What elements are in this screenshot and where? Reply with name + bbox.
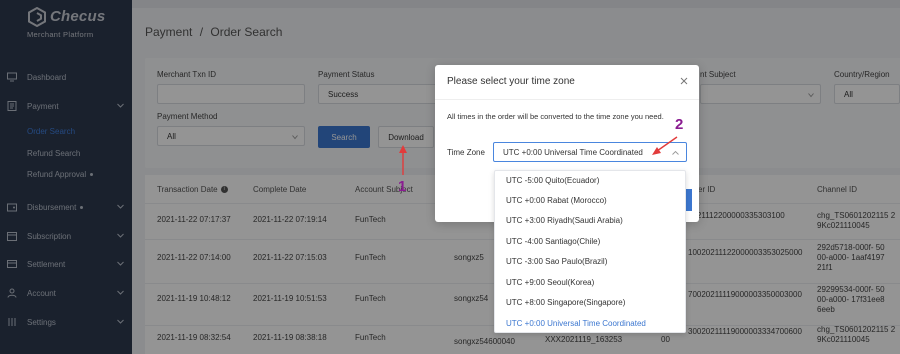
annotation-step-2: 2	[675, 116, 684, 133]
timezone-dropdown: UTC -5:00 Quito(Ecuador) UTC +0:00 Rabat…	[494, 170, 686, 333]
timezone-option[interactable]: UTC +0:00 Rabat (Morocco)	[506, 196, 607, 205]
modal-divider	[435, 99, 699, 100]
chevron-up-icon	[672, 150, 679, 155]
annotation-step-1: 1	[398, 178, 407, 195]
timezone-select[interactable]: UTC +0:00 Universal Time Coordinated	[493, 142, 687, 162]
timezone-value: UTC +0:00 Universal Time Coordinated	[503, 148, 643, 157]
modal-title: Please select your time zone	[447, 76, 575, 87]
timezone-option[interactable]: UTC +8:00 Singapore(Singapore)	[506, 298, 625, 307]
timezone-label: Time Zone	[447, 148, 485, 157]
timezone-option[interactable]: UTC -3:00 Sao Paulo(Brazil)	[506, 257, 607, 266]
timezone-option[interactable]: UTC -5:00 Quito(Ecuador)	[506, 176, 599, 185]
timezone-option[interactable]: UTC -4:00 Santiago(Chile)	[506, 237, 600, 246]
timezone-option-selected[interactable]: UTC +0:00 Universal Time Coordinated	[506, 319, 646, 328]
timezone-option[interactable]: UTC +9:00 Seoul(Korea)	[506, 278, 594, 287]
timezone-option[interactable]: UTC +3:00 Riyadh(Saudi Arabia)	[506, 216, 623, 225]
close-icon[interactable]	[680, 77, 688, 85]
modal-description: All times in the order will be converted…	[447, 112, 664, 121]
